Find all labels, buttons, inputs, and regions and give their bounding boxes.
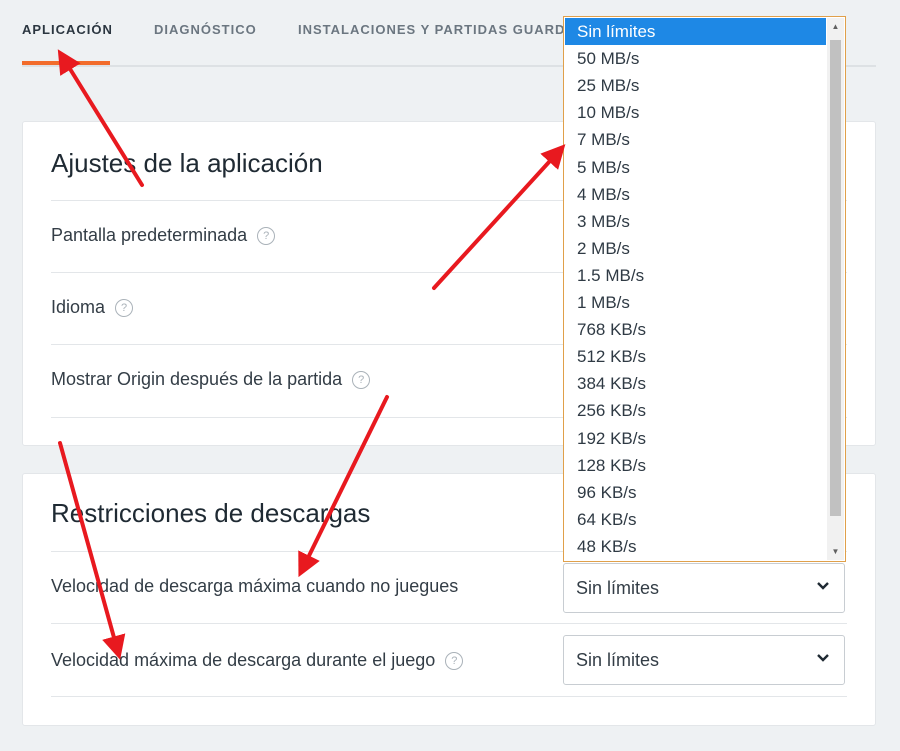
dropdown-option[interactable]: 3 MB/s <box>565 208 826 235</box>
app-settings-title: Ajustes de la aplicación <box>51 148 323 178</box>
dropdown-option[interactable]: 1.5 MB/s <box>565 262 826 289</box>
help-icon[interactable]: ? <box>445 651 464 670</box>
tab-diagnostico[interactable]: DIAGNÓSTICO <box>154 22 257 37</box>
help-icon[interactable]: ? <box>352 370 371 389</box>
dropdown-option[interactable]: 7 MB/s <box>565 126 826 153</box>
dropdown-option[interactable]: 10 MB/s <box>565 99 826 126</box>
active-tab-indicator <box>22 61 110 65</box>
scroll-up-icon[interactable]: ▲ <box>827 18 844 35</box>
dropdown-option[interactable]: 192 KB/s <box>565 425 826 452</box>
max-speed-idle-select[interactable]: Sin límites <box>563 563 845 613</box>
dropdown-option[interactable]: 256 KB/s <box>565 397 826 424</box>
chevron-down-icon <box>817 654 829 662</box>
dropdown-option[interactable]: 512 KB/s <box>565 343 826 370</box>
chevron-down-icon <box>817 582 829 590</box>
dropdown-option[interactable]: 64 KB/s <box>565 506 826 533</box>
download-restrictions-title: Restricciones de descargas <box>51 498 371 528</box>
default-screen-label: Pantalla predeterminada <box>51 225 248 245</box>
max-speed-playing-select[interactable]: Sin límites <box>563 635 845 685</box>
help-icon[interactable]: ? <box>115 298 134 317</box>
tab-instalaciones[interactable]: INSTALACIONES Y PARTIDAS GUARDA <box>298 22 576 37</box>
max-speed-playing-label: Velocidad máxima de descarga durante el … <box>51 650 436 670</box>
dropdown-option[interactable]: 128 KB/s <box>565 452 826 479</box>
dropdown-option[interactable]: 768 KB/s <box>565 316 826 343</box>
scroll-down-icon[interactable]: ▼ <box>827 543 844 560</box>
dropdown-option[interactable]: 5 MB/s <box>565 154 826 181</box>
dropdown-option[interactable]: 48 KB/s <box>565 533 826 560</box>
max-speed-idle-label: Velocidad de descarga máxima cuando no j… <box>51 576 459 596</box>
dropdown-option[interactable]: 1 MB/s <box>565 289 826 316</box>
dropdown-option[interactable]: 2 MB/s <box>565 235 826 262</box>
max-speed-idle-value: Sin límites <box>576 578 660 598</box>
help-icon[interactable]: ? <box>257 226 276 245</box>
dropdown-scrollbar[interactable]: ▲ ▼ <box>827 18 844 560</box>
speed-dropdown-list[interactable]: Sin límites 50 MB/s 25 MB/s 10 MB/s 7 MB/s 5 … <box>563 16 846 562</box>
dropdown-option[interactable]: 25 MB/s <box>565 72 826 99</box>
dropdown-option[interactable]: 96 KB/s <box>565 479 826 506</box>
dropdown-option[interactable]: Sin límites <box>565 18 826 45</box>
dropdown-option[interactable]: 50 MB/s <box>565 45 826 72</box>
language-label: Idioma <box>51 297 106 317</box>
show-origin-label: Mostrar Origin después de la partida <box>51 369 343 389</box>
dropdown-option[interactable]: 384 KB/s <box>565 370 826 397</box>
tab-aplicacion[interactable]: APLICACIÓN <box>22 22 113 37</box>
dropdown-option[interactable]: 4 MB/s <box>565 181 826 208</box>
scrollbar-thumb[interactable] <box>830 40 841 516</box>
max-speed-playing-value: Sin límites <box>576 650 660 670</box>
